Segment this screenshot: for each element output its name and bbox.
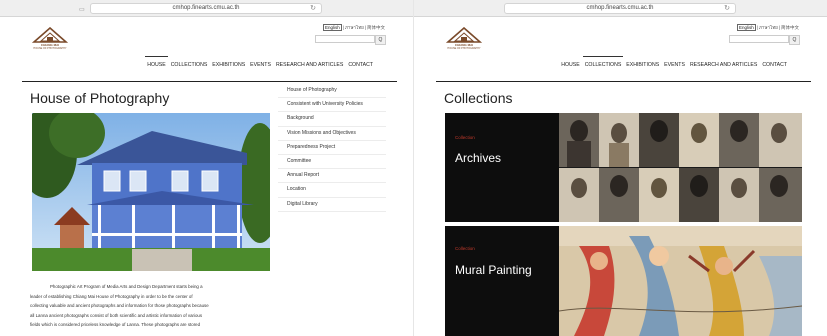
collection-label: Collection [455,246,475,251]
nav-collections[interactable]: COLLECTIONS [171,62,208,68]
lang-chinese[interactable]: 简体中文 [367,25,385,30]
nav-exhibitions[interactable]: EXHIBITIONS [626,62,659,68]
reload-icon[interactable]: ↻ [310,4,316,13]
nav-collections[interactable]: COLLECTIONS [582,56,623,68]
nav-rule [436,81,811,82]
url-text: cmhop.finearts.cmu.ac.th [172,5,240,11]
search-input[interactable] [729,35,789,43]
collection-name: Mural Painting [455,263,532,277]
reload-icon[interactable]: ↻ [724,4,730,13]
house-photo [32,113,270,271]
nav-events[interactable]: EVENTS [664,62,685,68]
side-item-committee[interactable]: Committee [278,155,386,170]
nav-rule [22,81,397,82]
intro-line-3: collecting valuable and ancient photogra… [30,303,209,309]
address-field[interactable]: ▭ cmhop.finearts.cmu.ac.th ↻ [79,3,322,14]
intro-line-5: fields which is considered priceless kno… [30,322,201,328]
search-button[interactable]: Q [789,35,800,45]
nav-exhibitions[interactable]: EXHIBITIONS [212,62,245,68]
collection-card-archives[interactable]: Collection Archives [445,113,802,222]
main-nav: HOUSE COLLECTIONS EXHIBITIONS EVENTS RESEARC… [556,56,787,68]
lang-english[interactable]: English [737,24,756,31]
side-item-house[interactable]: House of Photography [278,84,386,99]
search-input[interactable] [315,35,375,43]
site-logo[interactable]: CHIANG MAI HOUSE OF PHOTOGRAPHY [444,27,484,57]
mural-painting-image [559,226,802,336]
side-item-vision[interactable]: Vision Missions and Objectives [278,127,386,141]
page-title: Collections [444,90,513,106]
intro-line-1: Photographic Art Program of Media Arts a… [50,284,203,289]
search-button[interactable]: Q [375,35,386,45]
side-item-preparedness[interactable]: Preparedness Project [278,141,386,155]
collection-name: Archives [455,151,502,165]
browser-url-bar: ▭ cmhop.finearts.cmu.ac.th ↻ [0,0,413,17]
nav-contact[interactable]: CONTACT [762,62,787,68]
nav-house[interactable]: HOUSE [145,56,169,68]
browser-url-bar: cmhop.finearts.cmu.ac.th ↻ [414,0,827,17]
language-switcher: English |ภาษาไทย|简体中文 [323,24,385,31]
lang-thai[interactable]: ภาษาไทย [345,25,364,30]
nav-house[interactable]: HOUSE [561,62,579,68]
logo-subtext: HOUSE OF PHOTOGRAPHY [33,47,67,50]
nav-research[interactable]: RESEARCH AND ARTICLES [690,62,757,68]
search-icon: Q [792,37,797,43]
nav-contact[interactable]: CONTACT [348,62,373,68]
intro-line-4: all Lanna ancient photographs consist of… [30,312,203,318]
side-item-policies[interactable]: Consistent with University Policies [278,98,386,113]
nav-research[interactable]: RESEARCH AND ARTICLES [276,62,343,68]
side-menu: House of Photography Consistent with Uni… [278,84,386,212]
language-switcher: English |ภาษาไทย|简体中文 [737,24,799,31]
nav-events[interactable]: EVENTS [250,62,271,68]
intro-line-2: leader of establishing Chiang Mai House … [30,293,193,299]
address-field[interactable]: cmhop.finearts.cmu.ac.th ↻ [504,3,736,14]
logo-subtext: HOUSE OF PHOTOGRAPHY [447,47,481,50]
collection-label: Collection [455,135,475,140]
house-page: ▭ cmhop.finearts.cmu.ac.th ↻ CHIANG MAI … [0,0,413,336]
side-item-digital-library[interactable]: Digital Library [278,198,386,212]
url-text: cmhop.finearts.cmu.ac.th [586,5,654,11]
side-item-location[interactable]: Location [278,183,386,198]
main-nav: HOUSE COLLECTIONS EXHIBITIONS EVENTS RESEARC… [142,56,373,68]
archives-photo-grid [559,113,802,222]
sidebar-icon[interactable]: ▭ [79,6,85,13]
lang-english[interactable]: English [323,24,342,31]
collection-card-mural-painting[interactable]: Collection Mural Painting [445,226,802,336]
intro-text: Photographic Art Program of Media Arts a… [30,282,275,330]
lang-chinese[interactable]: 简体中文 [781,25,799,30]
page-title: House of Photography [30,90,170,106]
site-logo[interactable]: CHIANG MAI HOUSE OF PHOTOGRAPHY [30,27,70,57]
search-icon: Q [378,37,383,43]
side-item-background[interactable]: Background [278,112,386,127]
side-item-annual-report[interactable]: Annual Report [278,169,386,184]
lang-thai[interactable]: ภาษาไทย [759,25,778,30]
